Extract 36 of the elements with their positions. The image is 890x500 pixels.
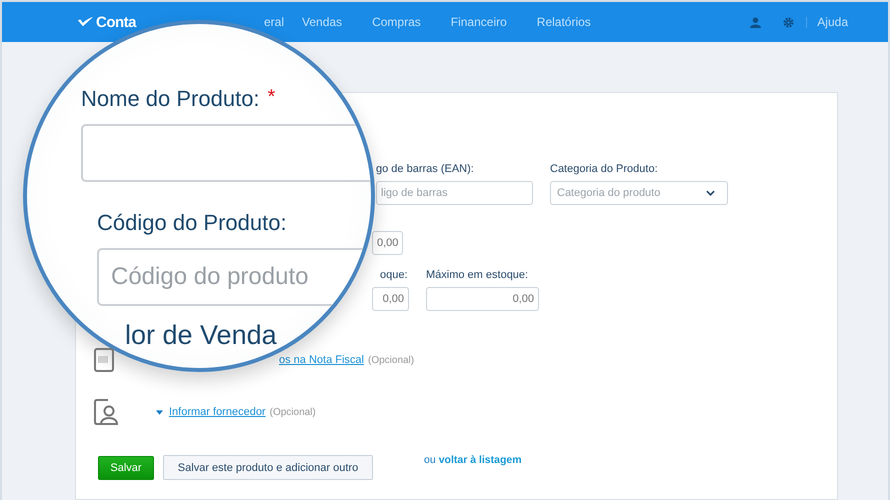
nav-link[interactable]: Compras bbox=[372, 15, 421, 29]
field-label: go de barras (EAN): bbox=[376, 163, 475, 177]
expand-triangle-icon[interactable] bbox=[156, 410, 163, 414]
save-and-add-button[interactable]: Salvar este produto e adicionar outro bbox=[163, 455, 373, 480]
field-label: oque: bbox=[379, 269, 409, 283]
nav-link[interactable]: Vendas bbox=[302, 15, 342, 29]
required-mark: * bbox=[268, 86, 276, 109]
logo-text[interactable]: Conta bbox=[96, 14, 136, 30]
stock-field[interactable]: 0,00 bbox=[426, 287, 539, 311]
chevron-down-icon bbox=[706, 190, 715, 196]
optional-note: (Opcional) bbox=[368, 354, 414, 366]
stock-field[interactable]: 0,00 bbox=[372, 287, 409, 311]
price-field[interactable]: 0,00 bbox=[372, 231, 403, 255]
help-link[interactable]: Ajuda bbox=[817, 15, 848, 29]
person-document-icon bbox=[94, 399, 118, 425]
optional-note: (Opcional) bbox=[270, 406, 316, 418]
option-link[interactable]: Informar fornecedor bbox=[169, 406, 266, 418]
section-heading: lor de Venda bbox=[125, 320, 278, 351]
option-link[interactable]: os na Nota Fiscal bbox=[279, 354, 364, 366]
nav-link[interactable]: eral bbox=[264, 15, 284, 29]
nav-link[interactable]: Relatórios bbox=[536, 15, 591, 29]
check-leaf-icon bbox=[77, 16, 94, 28]
nav-link[interactable]: Financeiro bbox=[450, 15, 507, 29]
field-label: Máximo em estoque: bbox=[426, 269, 530, 283]
field-label: Nome do Produto: bbox=[81, 86, 260, 112]
settings-icon[interactable] bbox=[783, 16, 794, 28]
user-icon[interactable] bbox=[750, 16, 762, 28]
field-label: Categoria do Produto: bbox=[550, 163, 659, 177]
save-button[interactable]: Salvar bbox=[98, 456, 154, 480]
product-name-field[interactable] bbox=[81, 124, 371, 182]
or-text: ou bbox=[424, 454, 436, 466]
barcode-field[interactable]: ligo de barras bbox=[376, 181, 533, 205]
field-label: Código do Produto: bbox=[97, 210, 288, 236]
back-link[interactable]: voltar à listagem bbox=[438, 454, 522, 466]
category-dropdown[interactable]: Categoria do produto bbox=[550, 181, 728, 205]
barcode-document-icon bbox=[94, 348, 114, 372]
